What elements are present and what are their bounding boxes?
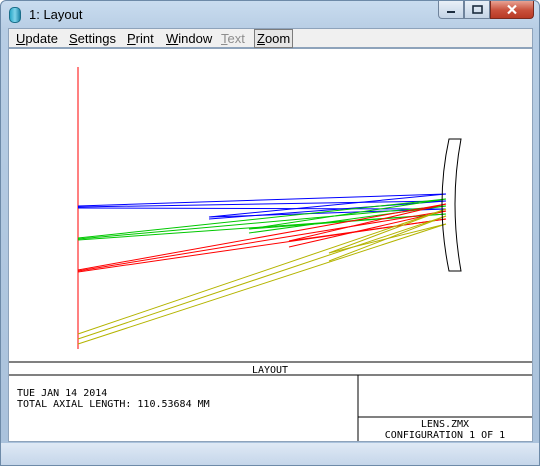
ray-field-4-incident <box>77 223 447 345</box>
minimize-button[interactable] <box>438 1 464 19</box>
menu-text-label: ext <box>227 31 245 46</box>
minimize-icon <box>447 10 455 13</box>
menu-update-label: pdate <box>25 31 58 46</box>
close-icon <box>507 4 517 15</box>
maximize-icon <box>471 5 483 14</box>
menu-print-mnemonic: P <box>127 31 136 46</box>
axial-length: TOTAL AXIAL LENGTH: 110.53684 MM <box>17 399 210 410</box>
menu-update[interactable]: Update <box>14 30 60 47</box>
menu-settings-mnemonic: S <box>69 31 78 46</box>
app-icon <box>9 7 21 23</box>
close-button[interactable] <box>490 1 534 19</box>
configuration: CONFIGURATION 1 OF 1 <box>385 430 505 441</box>
ray-field-4-reflected <box>328 208 447 254</box>
menu-text[interactable]: Text <box>219 30 247 47</box>
ray-field-3-incident <box>77 210 447 272</box>
menu-settings[interactable]: Settings <box>67 30 118 47</box>
lens-file: LENS.ZMX <box>421 419 469 430</box>
menu-zoom-mnemonic: Z <box>257 31 265 46</box>
layout-plot: LAYOUT TUE JAN 14 2014 TOTAL AXIAL LENGT… <box>9 67 532 441</box>
layout-canvas[interactable]: LAYOUT TUE JAN 14 2014 TOTAL AXIAL LENGT… <box>8 48 533 442</box>
caption-buttons <box>438 1 534 19</box>
mirror-surface <box>441 138 462 272</box>
plot-date: TUE JAN 14 2014 <box>17 388 107 399</box>
window-title: 1: Layout <box>29 7 83 22</box>
info-block: LAYOUT TUE JAN 14 2014 TOTAL AXIAL LENGT… <box>9 361 532 441</box>
menu-window-mnemonic: W <box>166 31 179 46</box>
menu-update-mnemonic: U <box>16 31 26 46</box>
menu-window-label: indow <box>178 31 213 46</box>
menu-zoom-label: oom <box>264 31 291 46</box>
menu-window[interactable]: Window <box>164 30 214 47</box>
title-bar[interactable]: 1: Layout <box>1 1 539 29</box>
menu-print[interactable]: Print <box>125 30 156 47</box>
ray-fans <box>77 67 447 349</box>
layout-window: 1: Layout Update Settings Print Window T… <box>0 0 540 466</box>
maximize-button[interactable] <box>464 1 490 19</box>
menu-bar: Update Settings Print Window Text Zoom <box>8 28 533 48</box>
ray-field-1-incident <box>77 207 447 210</box>
plot-heading: LAYOUT <box>252 365 288 376</box>
menu-zoom[interactable]: Zoom <box>254 29 294 48</box>
window-bottom-frame <box>1 443 539 465</box>
menu-print-label: rint <box>135 31 154 46</box>
menu-settings-label: ettings <box>77 31 116 46</box>
